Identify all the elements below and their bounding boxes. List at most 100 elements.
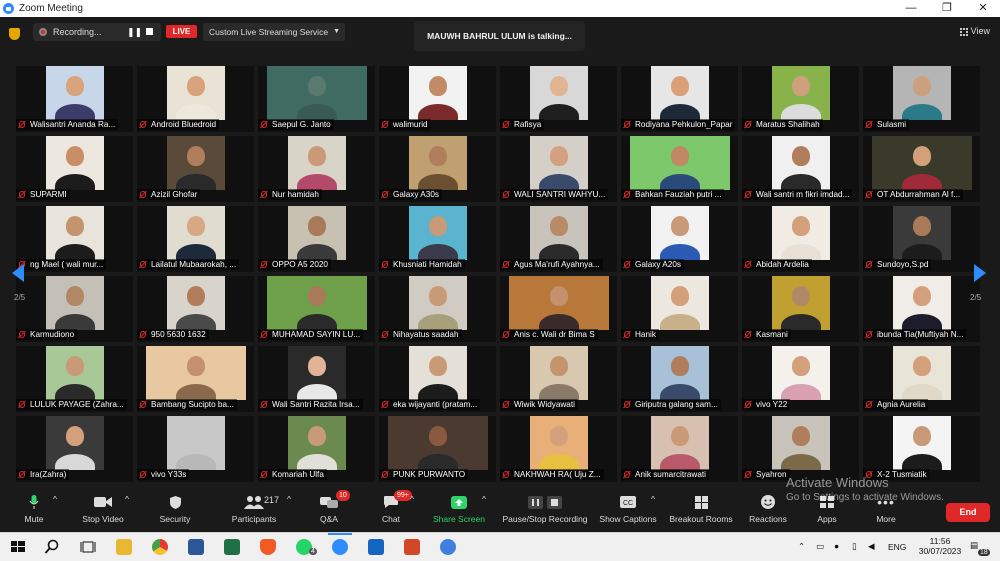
mute-button[interactable]: Mute xyxy=(20,494,48,524)
participant-tile[interactable]: Abidah Ardelia xyxy=(742,206,859,272)
participant-tile[interactable]: LULUK PAYAGE (Zahra... xyxy=(16,346,133,412)
participant-tile[interactable]: Galaxy A20s xyxy=(621,206,738,272)
qa-button[interactable]: 10 Q&A xyxy=(314,490,350,524)
stop-video-button[interactable]: Stop Video xyxy=(76,494,130,524)
participant-name-label: Walisantri Ananda Ra... xyxy=(16,119,119,130)
video-options-caret[interactable]: ^ xyxy=(125,494,129,504)
participant-tile[interactable]: Wiwik Widyawati xyxy=(500,346,617,412)
pause-recording-icon[interactable]: ❚❚ xyxy=(127,27,142,38)
participant-tile[interactable]: Khusniati Hamidah xyxy=(379,206,496,272)
participant-tile[interactable]: Sulasmi xyxy=(863,66,980,132)
participant-tile[interactable]: ng Mael ( wali mur... xyxy=(16,206,133,272)
mute-options-caret[interactable]: ^ xyxy=(53,494,57,504)
previous-page-arrow-icon[interactable] xyxy=(12,264,24,282)
participant-tile[interactable]: Agus Ma'rufi Ayahnya... xyxy=(500,206,617,272)
view-button[interactable]: View xyxy=(959,26,990,36)
participant-tile[interactable]: OT Abdurrahman Al f... xyxy=(863,136,980,202)
participant-tile[interactable]: Komariah Ulfa xyxy=(258,416,375,482)
participant-tile[interactable]: Bahkan Fauziah putri ... xyxy=(621,136,738,202)
word-icon[interactable] xyxy=(188,539,204,555)
close-window-button[interactable]: ✕ xyxy=(966,0,1000,17)
pause-stop-recording-button[interactable]: Pause/Stop Recording xyxy=(500,494,590,524)
end-meeting-button[interactable]: End xyxy=(946,503,990,522)
captions-options-caret[interactable]: ^ xyxy=(651,494,655,504)
participant-tile[interactable]: X-2 Tusmiatik xyxy=(863,416,980,482)
participant-tile[interactable]: Azizil Ghofar xyxy=(137,136,254,202)
participant-tile[interactable]: Hanik xyxy=(621,276,738,342)
task-view-icon[interactable] xyxy=(80,539,96,555)
participant-tile[interactable]: Bambang Sucipto ba... xyxy=(137,346,254,412)
search-icon[interactable] xyxy=(44,539,60,555)
participant-tile[interactable]: walimurid xyxy=(379,66,496,132)
participant-tile[interactable]: vivo Y22 xyxy=(742,346,859,412)
tray-battery-icon[interactable]: ▯ xyxy=(852,541,857,552)
participant-tile[interactable]: OPPO A5 2020 xyxy=(258,206,375,272)
stop-recording-icon[interactable] xyxy=(146,28,153,35)
participant-tile[interactable]: Agnia Aurelia xyxy=(863,346,980,412)
participant-tile[interactable]: vivo Y33s xyxy=(137,416,254,482)
participant-tile[interactable]: Walisantri Ananda Ra... xyxy=(16,66,133,132)
minimize-button[interactable]: — xyxy=(894,0,928,17)
participant-tile[interactable]: 950 5630 1632 xyxy=(137,276,254,342)
file-explorer-icon[interactable] xyxy=(116,539,132,555)
chat-button[interactable]: 99+ Chat xyxy=(378,490,412,524)
participant-tile[interactable]: eka wijayanti (pratam... xyxy=(379,346,496,412)
participant-tile[interactable]: Galaxy A30s xyxy=(379,136,496,202)
participant-tile[interactable]: Nihayatus saadah xyxy=(379,276,496,342)
participant-tile[interactable]: PUNK PURWANTO xyxy=(379,416,496,482)
reactions-button[interactable]: Reactions xyxy=(748,494,788,524)
participant-tile[interactable]: SUPARMI xyxy=(16,136,133,202)
windows-start-icon[interactable] xyxy=(10,539,26,555)
next-page-arrow-icon[interactable] xyxy=(974,264,986,282)
participant-tile[interactable]: Maratus Shalihah xyxy=(742,66,859,132)
tray-volume-icon[interactable]: ◀ xyxy=(868,541,875,552)
participant-tile[interactable]: Karmudiono xyxy=(16,276,133,342)
participants-button[interactable]: 217 Participants xyxy=(226,494,282,524)
photos-icon[interactable] xyxy=(368,539,384,555)
notification-center-icon[interactable]: ▤ xyxy=(970,540,978,551)
participant-tile[interactable]: Rodiyana Pehkulon_Papar xyxy=(621,66,738,132)
participant-tile[interactable]: Rafisya xyxy=(500,66,617,132)
zoom-app-icon[interactable] xyxy=(332,539,348,555)
participant-tile[interactable]: Anik sumarcitrawati xyxy=(621,416,738,482)
taskbar-clock[interactable]: 11:56 30/07/2023 xyxy=(918,536,962,556)
live-badge[interactable]: LIVE xyxy=(166,25,197,38)
excel-icon[interactable] xyxy=(224,539,240,555)
encryption-shield-icon[interactable] xyxy=(9,28,20,40)
participants-options-caret[interactable]: ^ xyxy=(287,494,291,504)
participant-tile[interactable]: ibunda Tia(Muftiyah N... xyxy=(863,276,980,342)
participant-tile[interactable]: Giriputra galang sam... xyxy=(621,346,738,412)
tray-chevron-up-icon[interactable]: ⌃ xyxy=(798,541,805,552)
show-captions-button[interactable]: CC Show Captions xyxy=(598,494,658,524)
chat-options-caret[interactable]: ^ xyxy=(410,494,414,504)
security-button[interactable]: Security xyxy=(154,494,196,524)
tray-network-icon[interactable]: ▭ xyxy=(816,541,824,552)
participant-tile[interactable]: Ira(Zahra) xyxy=(16,416,133,482)
participant-tile[interactable]: Lailatul Mubaarokah, ... xyxy=(137,206,254,272)
share-options-caret[interactable]: ^ xyxy=(482,494,486,504)
participant-tile[interactable]: Saepul G. Janto xyxy=(258,66,375,132)
breakout-rooms-button[interactable]: Breakout Rooms xyxy=(668,494,734,524)
participant-tile[interactable]: Kasmani xyxy=(742,276,859,342)
tray-mic-icon[interactable]: ● xyxy=(834,541,839,551)
participant-tile[interactable]: Sundoyo,S.pd xyxy=(863,206,980,272)
participant-tile[interactable]: MUHAMAD SAYIN LU... xyxy=(258,276,375,342)
brave-browser-icon[interactable] xyxy=(260,539,276,555)
participant-tile[interactable]: Anis c. Wali dr Bima S xyxy=(500,276,617,342)
participant-tile[interactable]: Syahron xyxy=(742,416,859,482)
participant-figure-body xyxy=(901,454,942,470)
participant-tile[interactable]: NAKHWAH RA( Uju Z... xyxy=(500,416,617,482)
maximize-button[interactable]: ❐ xyxy=(930,0,964,17)
participant-tile[interactable]: WALI SANTRI WAHYU... xyxy=(500,136,617,202)
meet-app-icon[interactable] xyxy=(440,539,456,555)
participant-tile[interactable]: Wali santri m fikri imdad... xyxy=(742,136,859,202)
language-indicator[interactable]: ENG xyxy=(888,542,906,552)
chrome-icon[interactable] xyxy=(152,539,168,555)
powerpoint-icon[interactable] xyxy=(404,539,420,555)
participant-tile[interactable]: Nur hamidah xyxy=(258,136,375,202)
participant-name-label: Azizil Ghofar xyxy=(137,189,201,200)
share-screen-button[interactable]: Share Screen xyxy=(430,494,488,524)
live-stream-dropdown[interactable]: Custom Live Streaming Service ▼ xyxy=(203,23,345,41)
participant-tile[interactable]: Wali Santri Razita Irsa... xyxy=(258,346,375,412)
participant-tile[interactable]: Android Bluedroid xyxy=(137,66,254,132)
